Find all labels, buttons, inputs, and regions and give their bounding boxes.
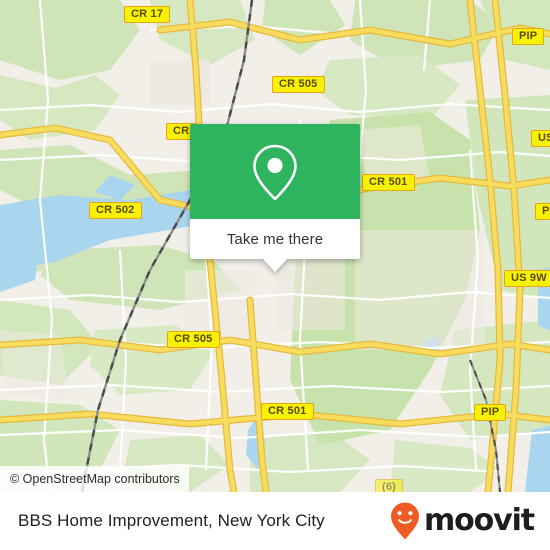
popup-tail	[262, 258, 288, 272]
road-shield-route-6: (6)	[375, 479, 404, 492]
road-shield-cr-505-top: CR 505	[272, 76, 325, 93]
road-shield-cr-502: CR 502	[89, 202, 142, 219]
moovit-wordmark: moovit	[423, 503, 535, 538]
road-shield-cr-505-mid: CR 505	[167, 331, 220, 348]
location-popup[interactable]: Take me there	[190, 124, 360, 272]
moovit-smiley-pin-icon	[390, 502, 419, 540]
road-shield-pip-top: PIP	[512, 28, 545, 45]
take-me-there-label: Take me there	[226, 230, 324, 248]
map-canvas[interactable]: CR 17 CR 505 PIP CR US CR 501 P CR 502 U…	[0, 0, 550, 492]
popup-header	[190, 124, 360, 219]
road-shield-p-clipped: P	[535, 203, 550, 220]
footer-bar: BBS Home Improvement, New York City moov…	[0, 492, 550, 550]
popup-action[interactable]: Take me there	[190, 219, 360, 259]
road-shield-cr-17: CR 17	[124, 6, 171, 23]
map-attribution[interactable]: © OpenStreetMap contributors	[0, 466, 189, 492]
road-shield-us-clipped: US	[531, 130, 550, 147]
map-screenshot: CR 17 CR 505 PIP CR US CR 501 P CR 502 U…	[0, 0, 550, 550]
road-shield-cr-501-low: CR 501	[261, 403, 314, 420]
road-shield-cr-501-mid: CR 501	[362, 174, 415, 191]
moovit-brand[interactable]: moovit	[389, 501, 535, 541]
road-shield-us-9w: US 9W	[504, 270, 550, 287]
place-title: BBS Home Improvement, New York City	[18, 511, 325, 530]
attribution-text: © OpenStreetMap contributors	[10, 472, 180, 486]
road-shield-pip-low: PIP	[474, 404, 507, 421]
map-pin-icon	[253, 144, 297, 200]
